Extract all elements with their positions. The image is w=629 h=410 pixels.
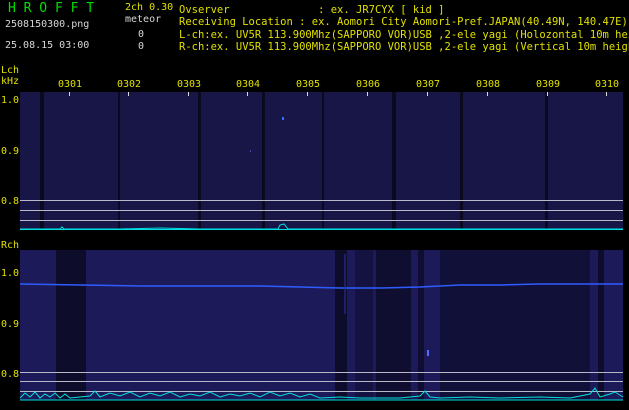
waterfall-overlay <box>19 117 624 401</box>
